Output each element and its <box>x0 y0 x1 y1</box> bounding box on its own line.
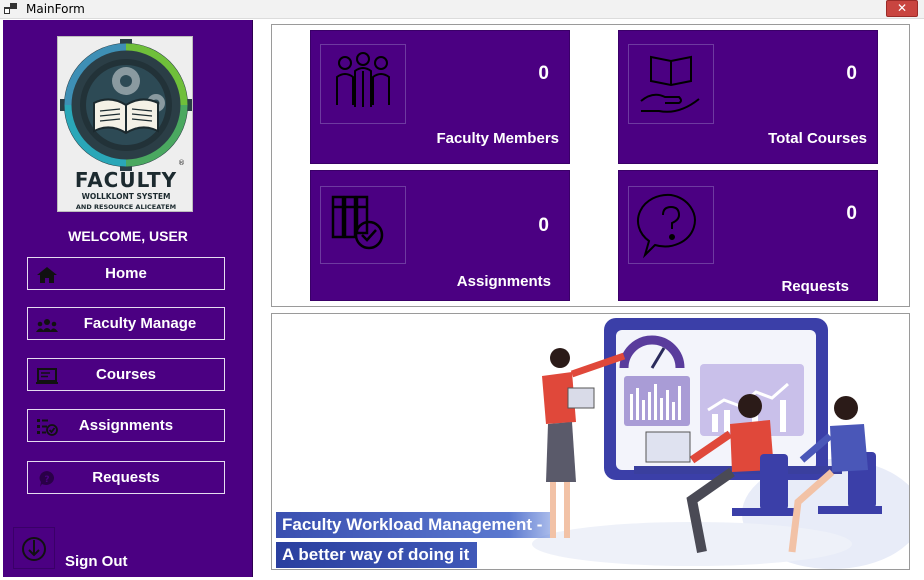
sign-out-button[interactable] <box>13 527 55 569</box>
title-bar: MainForm ✕ <box>0 0 924 19</box>
stat-card-faculty-members[interactable]: 0 Faculty Members <box>310 30 570 164</box>
sidebar-item-label: Courses <box>95 366 157 383</box>
faculty-logo: ® FACULTY WOLLKLONT SYSTEM AND RESOURCE … <box>57 36 193 212</box>
sidebar-item-label: Faculty Manage <box>83 315 197 332</box>
sign-out-label[interactable]: Sign Out <box>65 553 128 570</box>
welcome-text: WELCOME, USER <box>68 228 188 244</box>
sidebar-item-label: Requests <box>92 469 160 486</box>
sidebar-item-requests[interactable]: ? Requests <box>27 461 225 494</box>
workload-banner: Faculty Workload Management - A better w… <box>271 313 910 570</box>
stat-value: 0 <box>538 215 549 236</box>
book-hand-icon <box>628 44 714 124</box>
stat-card-requests[interactable]: 0 Requests <box>618 170 878 301</box>
people-icon <box>36 319 58 332</box>
binders-check-icon <box>320 186 406 264</box>
sidebar-item-assignments[interactable]: Assignments <box>27 409 225 442</box>
stat-label: Total Courses <box>768 130 867 147</box>
stat-value: 0 <box>846 203 857 224</box>
banner-headline: Faculty Workload Management - <box>276 512 551 538</box>
sidebar-item-faculty-manage[interactable]: Faculty Manage <box>27 307 225 340</box>
sidebar-item-courses[interactable]: Courses <box>27 358 225 391</box>
stat-value: 0 <box>846 63 857 84</box>
stat-label: Faculty Members <box>436 130 559 147</box>
faculty-group-icon <box>320 44 406 124</box>
stat-card-assignments[interactable]: 0 Assignments <box>310 170 570 301</box>
power-icon <box>22 537 46 561</box>
question-bubble-icon <box>628 186 714 264</box>
banner-tagline: A better way of doing it <box>276 542 478 568</box>
stat-label: Assignments <box>456 273 551 290</box>
stats-panel: 0 Faculty Members 0 Total Courses 0 Assi… <box>271 24 910 307</box>
svg-text:FACULTY: FACULTY <box>75 168 177 192</box>
stat-label: Requests <box>781 278 849 295</box>
stat-card-total-courses[interactable]: 0 Total Courses <box>618 30 878 164</box>
stat-value: 0 <box>538 63 549 84</box>
svg-text:®: ® <box>178 159 185 167</box>
sidebar: ® FACULTY WOLLKLONT SYSTEM AND RESOURCE … <box>3 20 253 577</box>
window-title: MainForm <box>26 2 85 16</box>
svg-text:AND RESOURCE ALICEATEM: AND RESOURCE ALICEATEM <box>76 203 176 211</box>
sidebar-item-label: Assignments <box>78 417 174 434</box>
app-window-icon <box>4 3 17 14</box>
sidebar-item-label: Home <box>105 265 147 282</box>
sidebar-item-home[interactable]: Home <box>27 257 225 290</box>
svg-text:WOLLKLONT SYSTEM: WOLLKLONT SYSTEM <box>82 192 171 201</box>
close-button[interactable]: ✕ <box>886 0 918 17</box>
